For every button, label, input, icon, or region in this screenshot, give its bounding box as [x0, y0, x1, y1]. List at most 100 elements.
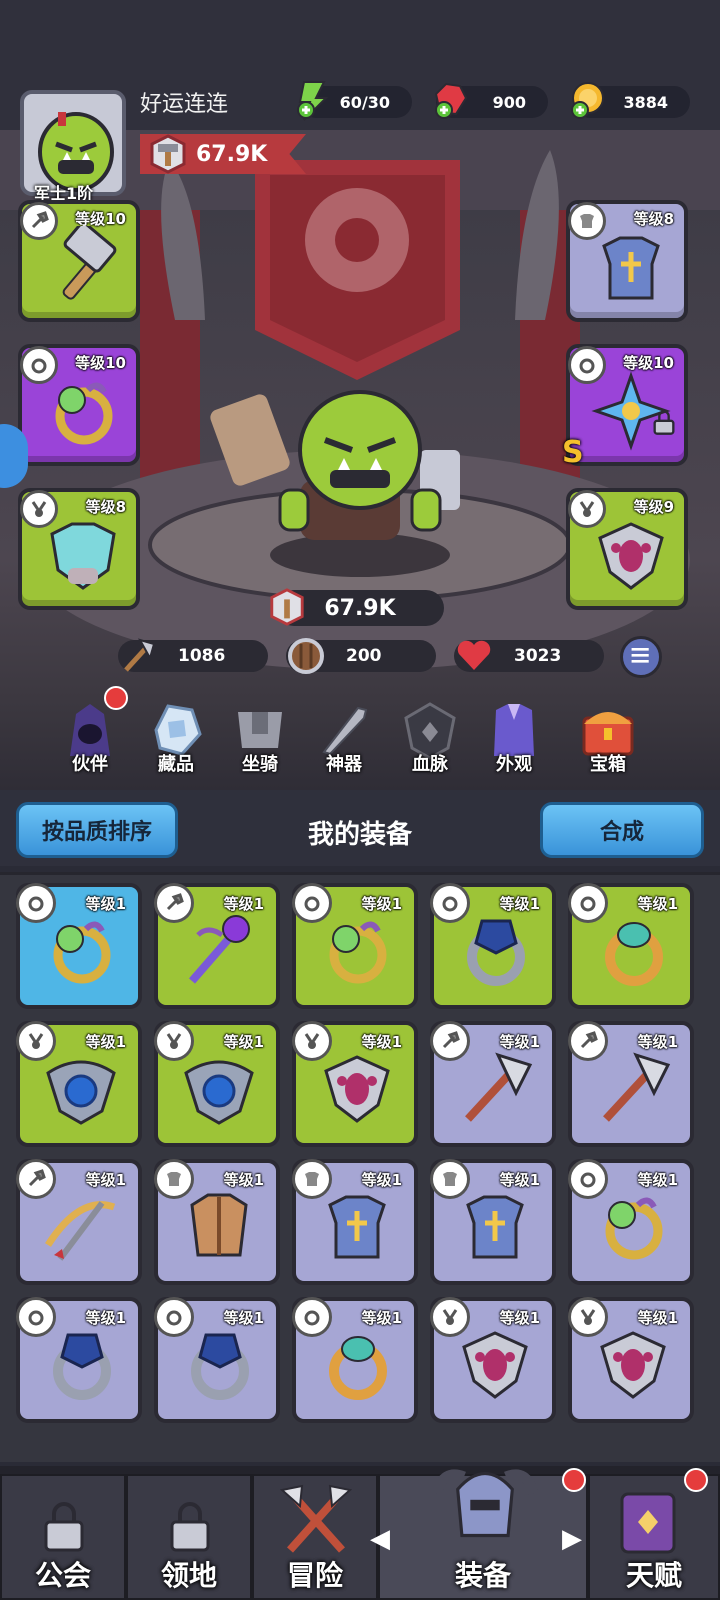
energy-counter[interactable]: 60/30: [297, 81, 412, 121]
power-icon: [150, 134, 186, 174]
hp-value: 3023: [514, 646, 562, 666]
heart-icon: [457, 640, 491, 670]
equip-slot-helmet[interactable]: 等级8: [18, 488, 140, 610]
inventory-item[interactable]: 等级1: [568, 883, 694, 1009]
tab-label: 冒险: [286, 1559, 343, 1592]
vest-icon: [190, 1193, 248, 1257]
equip-slot-ring[interactable]: 等级10: [18, 344, 140, 466]
inventory-item[interactable]: 等级1: [568, 1021, 694, 1147]
nav-mount[interactable]: 坐骑: [220, 700, 300, 786]
gem-amulet-icon: [600, 1331, 666, 1399]
defense-value: 200: [346, 646, 382, 666]
tab-label: 公会: [34, 1559, 91, 1592]
tab-talent[interactable]: 天赋: [588, 1468, 720, 1600]
inventory-item[interactable]: 等级1: [568, 1159, 694, 1285]
nav-label: 外观: [496, 754, 532, 775]
gold-counter[interactable]: 3884: [571, 82, 690, 119]
nav-label: 神器: [326, 754, 362, 775]
inventory-item[interactable]: 等级1: [430, 1297, 556, 1423]
crossed-axes-icon: [279, 1484, 353, 1553]
equip-slot-artifact[interactable]: 等级10 S: [562, 344, 688, 470]
inventory-item[interactable]: 等级1: [16, 883, 142, 1009]
inventory-item[interactable]: 等级1: [292, 1159, 418, 1285]
inventory-item[interactable]: 等级1: [292, 883, 418, 1009]
notification-dot: [104, 686, 128, 710]
amulet-icon: [184, 1060, 254, 1125]
nav-partner[interactable]: 伙伴: [50, 686, 130, 786]
chevron-right-icon: ▶: [562, 1524, 582, 1554]
chevron-left-icon: ◀: [370, 1524, 390, 1554]
nav-chest[interactable]: 宝箱: [568, 700, 648, 786]
power-icon: [270, 588, 304, 626]
nav-label: 坐骑: [242, 754, 278, 775]
inventory-item[interactable]: 等级1: [154, 883, 280, 1009]
defense-stat: 200: [286, 638, 436, 674]
stats-detail-button[interactable]: [620, 636, 662, 678]
gem-amulet-icon: [462, 1331, 528, 1399]
helmet-icon: [50, 522, 116, 590]
inventory-item[interactable]: 等级1: [16, 1297, 142, 1423]
tab-equipment[interactable]: 装备 ◀ ▶: [370, 1468, 588, 1600]
inventory-item[interactable]: 等级1: [292, 1021, 418, 1147]
nav-label: 宝箱: [590, 754, 626, 775]
dark-ring-icon: [53, 1333, 111, 1400]
tab-adventure[interactable]: 冒险: [252, 1474, 378, 1600]
equip-slot-armor[interactable]: 等级8: [566, 200, 688, 322]
gold-ring-icon: [605, 922, 663, 986]
inventory-item[interactable]: 等级1: [16, 1021, 142, 1147]
attack-value: 1086: [178, 646, 226, 666]
hero-power: 67.9K: [270, 588, 444, 626]
lock-icon: [653, 410, 675, 435]
nav-bloodline[interactable]: 血脉: [390, 700, 470, 786]
gem-amulet-icon: [598, 522, 664, 590]
axe-icon: [603, 1052, 671, 1122]
inventory-item[interactable]: 等级1: [430, 883, 556, 1009]
nav-collection[interactable]: 藏品: [136, 700, 216, 786]
armor-icon: [328, 1195, 386, 1259]
orc-portrait-icon: [38, 112, 114, 192]
gold-coin-icon: [571, 82, 604, 119]
inventory-item[interactable]: 等级1: [154, 1297, 280, 1423]
hero-power-value: 67.9K: [324, 595, 396, 621]
inventory-item[interactable]: 等级1: [16, 1159, 142, 1285]
nav-label: 伙伴: [72, 754, 108, 775]
inventory-item[interactable]: 等级1: [568, 1297, 694, 1423]
crossbow-icon: [45, 1201, 116, 1261]
tab-label: 装备: [454, 1559, 511, 1592]
tab-guild[interactable]: 公会: [0, 1474, 126, 1600]
hammer-icon: [62, 226, 117, 300]
amulet-icon: [46, 1060, 116, 1125]
nav-artifact[interactable]: 神器: [304, 700, 384, 786]
inventory-item[interactable]: 等级1: [430, 1159, 556, 1285]
player-name: 好运连连: [140, 92, 229, 117]
nav-label: 血脉: [412, 754, 448, 775]
armor-icon: [466, 1195, 524, 1259]
gold-value: 3884: [623, 92, 668, 112]
spellbook-icon: [620, 1492, 676, 1554]
inventory-item[interactable]: 等级1: [154, 1021, 280, 1147]
inventory-item[interactable]: 等级1: [292, 1297, 418, 1423]
ruby-counter[interactable]: 900: [434, 82, 548, 119]
tab-territory[interactable]: 领地: [126, 1474, 252, 1600]
tab-label: 天赋: [625, 1559, 682, 1592]
hp-stat: 3023: [454, 640, 604, 672]
equip-slot-weapon[interactable]: 等级10: [18, 200, 140, 322]
nav-appearance[interactable]: 外观: [474, 700, 554, 786]
tab-label: 领地: [160, 1559, 217, 1592]
inventory-item[interactable]: 等级1: [430, 1021, 556, 1147]
notification-dot: [684, 1468, 708, 1492]
inventory-item[interactable]: 等级1: [154, 1159, 280, 1285]
gem-amulet-icon: [324, 1055, 390, 1123]
axe-icon: [465, 1052, 533, 1122]
ruby-icon: [434, 82, 468, 119]
list-icon: [631, 648, 649, 663]
horned-helmet-icon: [431, 1469, 539, 1538]
equip-slot-amulet[interactable]: 等级9: [566, 488, 688, 610]
merge-button[interactable]: 合成: [540, 802, 704, 858]
armor-icon: [602, 236, 660, 300]
ring-icon: [329, 921, 387, 984]
ruby-value: 900: [492, 92, 526, 112]
staff-icon: [188, 915, 250, 984]
dark-ring-icon: [467, 919, 525, 986]
hero-scene: 军士1阶 好运连连 67.9K 60/30 900 3884 等级10 等级10…: [0, 0, 720, 790]
